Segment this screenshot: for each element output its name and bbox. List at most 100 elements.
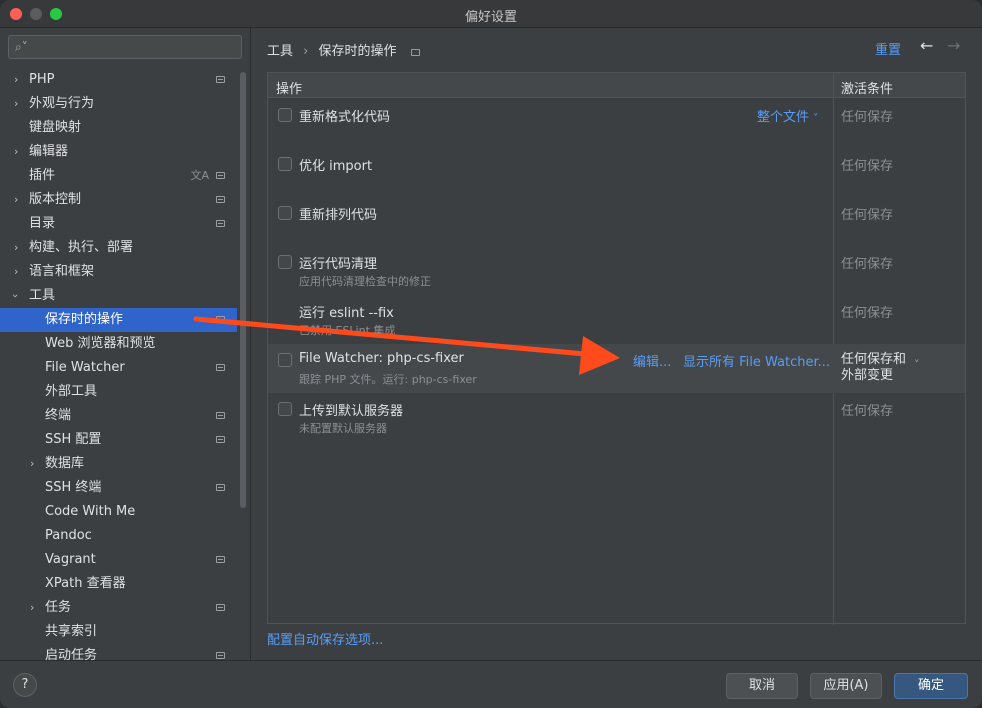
sidebar-item-plugins[interactable]: 插件 文A	[0, 164, 237, 188]
apply-button[interactable]: 应用(A)	[810, 673, 882, 699]
chevron-right-icon[interactable]: ›	[30, 596, 34, 620]
sidebar-item-label: 构建、执行、部署	[29, 240, 134, 255]
sidebar-item-label: 键盘映射	[29, 120, 82, 135]
sidebar-item-web-browsers[interactable]: Web 浏览器和预览	[0, 332, 237, 356]
sidebar-item-label: 工具	[29, 288, 56, 303]
row-condition: 任何保存	[841, 208, 894, 223]
row-condition-dropdown[interactable]: 任何保存和 外部变更	[841, 352, 906, 384]
sidebar-item-keymap[interactable]: 键盘映射	[0, 116, 237, 140]
chevron-right-icon[interactable]: ›	[14, 92, 18, 116]
sidebar-item-label: 外观与行为	[29, 96, 95, 111]
project-scope-icon	[216, 412, 225, 419]
sidebar-item-tools[interactable]: › 工具	[0, 284, 237, 308]
sidebar-item-label: 数据库	[45, 456, 85, 471]
search-icon: ⌕˅	[15, 40, 28, 54]
upload-to-server-checkbox[interactable]	[278, 402, 292, 416]
help-button[interactable]: ?	[13, 673, 37, 697]
breadcrumb-parent[interactable]: 工具	[267, 44, 293, 59]
sidebar-item-ssh-config[interactable]: SSH 配置	[0, 428, 237, 452]
row-subtitle: 已禁用 ESLint 集成	[299, 324, 396, 337]
sidebar-item-editor[interactable]: › 编辑器	[0, 140, 237, 164]
sidebar-item-languages[interactable]: › 语言和框架	[0, 260, 237, 284]
chevron-right-icon[interactable]: ›	[30, 452, 34, 476]
chevron-right-icon[interactable]: ›	[14, 236, 18, 260]
scope-dropdown[interactable]: 整个文件 ˅	[757, 106, 818, 125]
sidebar-item-ssh-terminal[interactable]: SSH 终端	[0, 476, 237, 500]
row-title: 优化 import	[299, 159, 373, 174]
table-row[interactable]: 上传到默认服务器 未配置默认服务器 任何保存	[268, 393, 965, 442]
project-scope-icon	[216, 172, 225, 179]
project-scope-icon	[216, 316, 225, 323]
table-row[interactable]: 重新格式化代码 整个文件 ˅ 任何保存	[268, 99, 965, 148]
row-title: 上传到默认服务器	[299, 404, 404, 419]
sidebar-item-php[interactable]: › PHP	[0, 68, 237, 92]
chevron-right-icon[interactable]: ›	[14, 140, 18, 164]
chevron-right-icon[interactable]: ›	[14, 260, 18, 284]
sidebar-item-xpath-viewer[interactable]: XPath 查看器	[0, 572, 237, 596]
code-cleanup-checkbox[interactable]	[278, 255, 292, 269]
ok-button[interactable]: 确定	[894, 673, 968, 699]
row-subtitle: 跟踪 PHP 文件。运行: php-cs-fixer	[299, 373, 477, 386]
table-row[interactable]: 优化 import 任何保存	[268, 148, 965, 197]
sidebar-item-directories[interactable]: 目录	[0, 212, 237, 236]
breadcrumb-separator: ›	[303, 44, 309, 59]
table-row[interactable]: File Watcher: php-cs-fixer 跟踪 PHP 文件。运行:…	[268, 344, 965, 393]
sidebar-item-label: Code With Me	[45, 504, 136, 519]
row-title: 重新排列代码	[299, 208, 378, 223]
sidebar-item-label: SSH 终端	[45, 480, 102, 495]
sidebar-item-file-watcher[interactable]: File Watcher	[0, 356, 237, 380]
chevron-right-icon[interactable]: ›	[14, 188, 18, 212]
reset-link[interactable]: 重置	[875, 39, 901, 58]
arrow-left-icon[interactable]: ←	[920, 36, 933, 55]
project-scope-icon	[216, 76, 225, 83]
sidebar-item-appearance[interactable]: › 外观与行为	[0, 92, 237, 116]
row-condition: 任何保存	[841, 257, 894, 272]
project-scope-icon	[216, 652, 225, 659]
table-row[interactable]: 重新排列代码 任何保存	[268, 197, 965, 246]
sidebar-item-external-tools[interactable]: 外部工具	[0, 380, 237, 404]
sidebar-item-label: SSH 配置	[45, 432, 102, 447]
arrow-right-icon[interactable]: →	[947, 36, 960, 55]
sidebar-item-database[interactable]: › 数据库	[0, 452, 237, 476]
sidebar-item-terminal[interactable]: 终端	[0, 404, 237, 428]
sidebar-item-build[interactable]: › 构建、执行、部署	[0, 236, 237, 260]
row-condition: 任何保存	[841, 306, 894, 321]
chevron-right-icon[interactable]: ›	[14, 68, 18, 92]
search-input[interactable]: ⌕˅	[8, 35, 242, 59]
show-all-file-watchers-link[interactable]: 显示所有 File Watcher...	[683, 351, 830, 370]
sidebar-item-label: 编辑器	[29, 144, 69, 159]
sidebar-item-label: 外部工具	[45, 384, 98, 399]
chevron-down-icon[interactable]: ˅	[914, 358, 920, 371]
configure-autosave-link[interactable]: 配置自动保存选项...	[267, 629, 383, 648]
chevron-down-icon: ˅	[813, 113, 819, 124]
row-subtitle: 未配置默认服务器	[299, 422, 387, 435]
breadcrumb-current: 保存时的操作	[318, 44, 397, 59]
table-row[interactable]: 运行代码清理 应用代码清理检查中的修正 任何保存	[268, 246, 965, 295]
sidebar-item-label: 保存时的操作	[45, 312, 124, 327]
sidebar-item-shared-indexes[interactable]: 共享索引	[0, 620, 237, 644]
row-subtitle: 应用代码清理检查中的修正	[299, 275, 431, 288]
table-row[interactable]: 运行 eslint --fix 已禁用 ESLint 集成 任何保存	[268, 295, 965, 344]
edit-link[interactable]: 编辑...	[633, 351, 671, 370]
sidebar-item-label: 目录	[29, 216, 56, 231]
sidebar-scrollbar[interactable]	[240, 72, 246, 508]
optimize-imports-checkbox[interactable]	[278, 157, 292, 171]
file-watcher-checkbox[interactable]	[278, 353, 292, 367]
cancel-button[interactable]: 取消	[726, 673, 798, 699]
actions-table: 操作 激活条件 重新格式化代码 整个文件 ˅ 任何保存 优化 import 任何…	[267, 72, 966, 625]
project-scope-icon	[216, 220, 225, 227]
sidebar-item-actions-on-save[interactable]: 保存时的操作	[0, 308, 237, 332]
sidebar-item-label: 版本控制	[29, 192, 82, 207]
main-panel: 工具 › 保存时的操作 重置 ← → 操作 激活条件 重新格式化代码 整个文件 …	[252, 28, 982, 660]
chevron-down-icon[interactable]: ›	[3, 294, 27, 298]
sidebar-item-tasks[interactable]: › 任务	[0, 596, 237, 620]
sidebar-item-code-with-me[interactable]: Code With Me	[0, 500, 237, 524]
sidebar-item-pandoc[interactable]: Pandoc	[0, 524, 237, 548]
table-header: 操作 激活条件	[268, 73, 965, 98]
sidebar-item-vagrant[interactable]: Vagrant	[0, 548, 237, 572]
sidebar-item-vcs[interactable]: › 版本控制	[0, 188, 237, 212]
reformat-code-checkbox[interactable]	[278, 108, 292, 122]
project-scope-icon	[216, 604, 225, 611]
rearrange-code-checkbox[interactable]	[278, 206, 292, 220]
project-scope-icon	[216, 484, 225, 491]
